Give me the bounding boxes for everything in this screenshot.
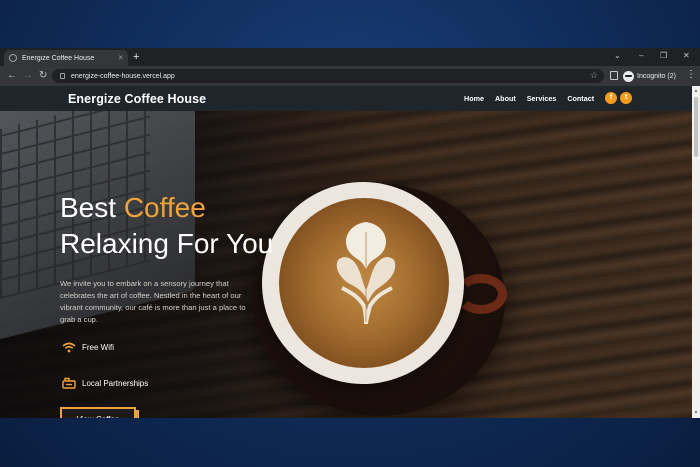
globe-icon <box>9 54 17 62</box>
site-navbar: Energize Coffee House Home About Service… <box>0 86 692 111</box>
close-window-button[interactable]: ✕ <box>683 51 690 61</box>
incognito-indicator[interactable]: Incognito (2) <box>623 69 676 83</box>
facebook-icon[interactable]: f <box>605 92 617 104</box>
reload-button[interactable]: ↻ <box>39 70 47 82</box>
nav-link-home[interactable]: Home <box>464 94 484 103</box>
tab-search-icon[interactable]: ⌄ <box>614 51 621 61</box>
web-page: Energize Coffee House Home About Service… <box>0 86 692 418</box>
side-panel-icon[interactable] <box>610 71 618 80</box>
browser-window: Energize Coffee House × + ⌄ – ❐ ✕ ← → ↻ … <box>0 48 700 418</box>
hero-title-line-2: Relaxing For You <box>60 228 274 259</box>
bookmark-star-icon[interactable]: ☆ <box>590 70 598 81</box>
nav-link-services[interactable]: Services <box>527 94 557 103</box>
partnership-icon <box>62 377 76 389</box>
incognito-label: Incognito (2) <box>637 72 676 80</box>
latte-art-image <box>336 222 396 325</box>
forward-button[interactable]: → <box>23 70 33 82</box>
twitter-icon[interactable]: t <box>620 92 632 104</box>
tab-strip: Energize Coffee House × + ⌄ – ❐ ✕ <box>0 48 700 66</box>
scroll-thumb[interactable] <box>694 97 698 157</box>
browser-menu-icon[interactable]: ⋮ <box>686 69 696 81</box>
back-button[interactable]: ← <box>7 70 17 82</box>
url-text[interactable]: energize-coffee-house.vercel.app <box>71 73 175 80</box>
incognito-icon <box>623 70 634 82</box>
nav-link-contact[interactable]: Contact <box>567 94 594 103</box>
new-tab-button[interactable]: + <box>133 51 139 63</box>
scroll-down-icon[interactable]: ▼ <box>692 410 700 416</box>
hero-title-word: Best <box>60 192 117 223</box>
view-coffee-button[interactable]: View Coffee <box>60 407 136 418</box>
browser-toolbar: ← → ↻ energize-coffee-house.vercel.app ☆… <box>0 66 700 86</box>
address-bar[interactable]: energize-coffee-house.vercel.app ☆ <box>52 69 604 83</box>
feature-partnerships: Local Partnerships <box>62 377 148 389</box>
page-scrollbar[interactable]: ▲ ▼ <box>692 86 700 418</box>
site-brand[interactable]: Energize Coffee House <box>68 92 206 106</box>
nav-link-about[interactable]: About <box>495 94 516 103</box>
feature-wifi: Free Wifi <box>62 342 114 353</box>
lock-icon[interactable] <box>60 73 65 79</box>
close-tab-icon[interactable]: × <box>118 54 123 62</box>
wifi-icon <box>62 342 76 353</box>
feature-label: Free Wifi <box>82 343 114 352</box>
hero-title-accent: Coffee <box>123 192 206 223</box>
hero-title-line-1: Best Coffee <box>60 192 206 224</box>
restore-button[interactable]: ❐ <box>660 51 667 61</box>
nav-links: Home About Services Contact <box>464 94 605 103</box>
feature-label: Local Partnerships <box>82 378 149 388</box>
minimize-button[interactable]: – <box>639 51 643 61</box>
hero-description: We invite you to embark on a sensory jou… <box>60 279 246 324</box>
scroll-up-icon[interactable]: ▲ <box>692 88 700 94</box>
browser-tab[interactable]: Energize Coffee House × <box>4 50 128 66</box>
tab-title: Energize Coffee House <box>22 54 95 62</box>
